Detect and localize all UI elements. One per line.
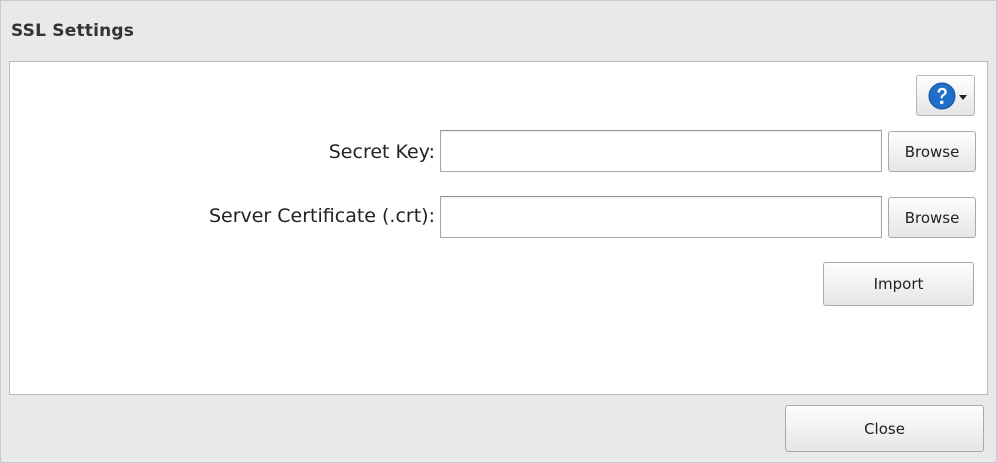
secret-key-browse-button[interactable]: Browse xyxy=(888,131,976,172)
server-certificate-browse-button[interactable]: Browse xyxy=(888,197,976,238)
server-certificate-input[interactable] xyxy=(440,196,882,238)
import-button[interactable]: Import xyxy=(823,262,974,306)
caret-down-icon xyxy=(959,95,967,100)
server-certificate-label: Server Certificate (.crt): xyxy=(208,205,435,227)
secret-key-label: Secret Key: xyxy=(328,141,435,163)
close-button[interactable]: Close xyxy=(785,405,984,452)
help-icon xyxy=(928,82,956,110)
dialog-title-bar: SSL Settings xyxy=(1,1,996,61)
dialog-title: SSL Settings xyxy=(11,21,135,41)
secret-key-input[interactable] xyxy=(440,130,882,172)
help-menu-button[interactable] xyxy=(916,75,975,116)
dialog-content-panel: Secret Key: Browse Server Certificate (.… xyxy=(9,61,988,395)
ssl-settings-dialog: SSL Settings Secret Key: Browse Server C… xyxy=(0,0,997,463)
